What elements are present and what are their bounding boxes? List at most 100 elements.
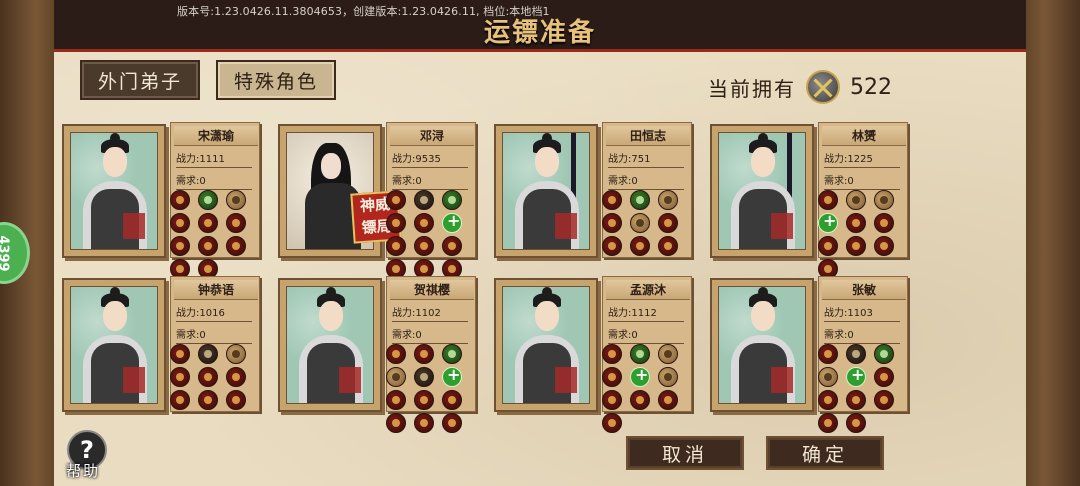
skill-icon[interactable] bbox=[658, 390, 678, 410]
skill-icon[interactable] bbox=[846, 390, 866, 410]
skill-icon[interactable] bbox=[846, 236, 866, 256]
character-power: 战力:1111 bbox=[176, 150, 252, 168]
skill-icon[interactable] bbox=[386, 213, 406, 233]
portrait-frame bbox=[710, 124, 814, 258]
character-card[interactable]: 林赟 战力:1225 需求:0 bbox=[710, 122, 908, 279]
skill-icon[interactable] bbox=[386, 236, 406, 256]
character-card[interactable]: 田恒志 战力:751 需求:0 bbox=[494, 122, 692, 262]
character-card[interactable]: 钟恭语 战力:1016 需求:0 bbox=[62, 276, 260, 416]
skill-icon[interactable] bbox=[602, 213, 622, 233]
skill-icon[interactable] bbox=[226, 213, 246, 233]
add-skill-icon[interactable] bbox=[846, 365, 866, 387]
skill-icon-grid bbox=[386, 344, 470, 433]
skill-icon[interactable] bbox=[414, 190, 434, 210]
add-skill-icon[interactable] bbox=[442, 365, 462, 387]
skill-icon[interactable] bbox=[818, 367, 838, 387]
skill-icon[interactable] bbox=[170, 190, 190, 210]
skill-icon-grid bbox=[170, 344, 254, 410]
skill-icon[interactable] bbox=[442, 390, 462, 410]
skill-icon[interactable] bbox=[658, 213, 678, 233]
skill-icon[interactable] bbox=[818, 413, 838, 433]
skill-icon[interactable] bbox=[414, 413, 434, 433]
skill-icon[interactable] bbox=[414, 213, 434, 233]
crossed-swords-icon bbox=[806, 70, 840, 104]
skill-icon[interactable] bbox=[414, 236, 434, 256]
skill-icon[interactable] bbox=[630, 213, 650, 233]
skill-icon[interactable] bbox=[414, 367, 434, 387]
skill-icon[interactable] bbox=[846, 413, 866, 433]
skill-icon[interactable] bbox=[170, 344, 190, 364]
skill-icon[interactable] bbox=[658, 236, 678, 256]
skill-icon[interactable] bbox=[630, 190, 650, 210]
add-skill-icon[interactable] bbox=[630, 365, 650, 387]
skill-icon[interactable] bbox=[386, 413, 406, 433]
skill-icon[interactable] bbox=[874, 367, 894, 387]
skill-icon[interactable] bbox=[846, 190, 866, 210]
skill-icon[interactable] bbox=[198, 344, 218, 364]
skill-icon[interactable] bbox=[630, 236, 650, 256]
skill-icon[interactable] bbox=[818, 344, 838, 364]
skill-icon[interactable] bbox=[874, 344, 894, 364]
confirm-button[interactable]: 确定 bbox=[766, 436, 884, 470]
skill-icon[interactable] bbox=[658, 344, 678, 364]
skill-icon[interactable] bbox=[874, 190, 894, 210]
skill-icon[interactable] bbox=[602, 390, 622, 410]
skill-icon[interactable] bbox=[442, 190, 462, 210]
skill-icon[interactable] bbox=[630, 390, 650, 410]
skill-icon[interactable] bbox=[442, 413, 462, 433]
character-card[interactable]: 贺祺樱 战力:1102 需求:0 bbox=[278, 276, 476, 433]
skill-icon[interactable] bbox=[658, 190, 678, 210]
skill-icon[interactable] bbox=[602, 190, 622, 210]
skill-icon[interactable] bbox=[442, 236, 462, 256]
skill-icon[interactable] bbox=[442, 344, 462, 364]
character-card[interactable]: 张敏 战力:1103 需求:0 bbox=[710, 276, 908, 433]
skill-icon[interactable] bbox=[170, 236, 190, 256]
skill-icon[interactable] bbox=[602, 236, 622, 256]
skill-icon[interactable] bbox=[414, 344, 434, 364]
character-card[interactable]: 邓浔 战力:9535 需求:0 神威镖局 bbox=[278, 122, 476, 279]
skill-icon[interactable] bbox=[414, 390, 434, 410]
skill-icon[interactable] bbox=[226, 236, 246, 256]
tab-outer-disciples[interactable]: 外门弟子 bbox=[80, 60, 200, 100]
skill-icon[interactable] bbox=[198, 236, 218, 256]
skill-icon[interactable] bbox=[874, 236, 894, 256]
skill-icon[interactable] bbox=[658, 367, 678, 387]
skill-icon[interactable] bbox=[818, 190, 838, 210]
skill-icon[interactable] bbox=[386, 190, 406, 210]
skill-icon[interactable] bbox=[602, 367, 622, 387]
skill-icon[interactable] bbox=[874, 213, 894, 233]
help-button[interactable]: ? 帮助 bbox=[64, 430, 112, 482]
skill-icon[interactable] bbox=[226, 344, 246, 364]
skill-icon[interactable] bbox=[602, 344, 622, 364]
skill-icon[interactable] bbox=[170, 367, 190, 387]
tab-special-characters[interactable]: 特殊角色 bbox=[216, 60, 336, 100]
skill-icon[interactable] bbox=[170, 390, 190, 410]
skill-icon[interactable] bbox=[630, 344, 650, 364]
character-name: 贺祺樱 bbox=[390, 280, 474, 300]
skill-icon[interactable] bbox=[198, 390, 218, 410]
skill-icon[interactable] bbox=[198, 213, 218, 233]
skill-icon[interactable] bbox=[198, 367, 218, 387]
skill-icon[interactable] bbox=[818, 236, 838, 256]
floating-badge[interactable]: 4399 bbox=[0, 222, 30, 284]
cancel-button[interactable]: 取消 bbox=[626, 436, 744, 470]
skill-icon[interactable] bbox=[602, 413, 622, 433]
skill-icon[interactable] bbox=[386, 367, 406, 387]
skill-icon[interactable] bbox=[818, 390, 838, 410]
skill-icon[interactable] bbox=[170, 213, 190, 233]
skill-icon[interactable] bbox=[226, 390, 246, 410]
skill-icon[interactable] bbox=[846, 344, 866, 364]
skill-icon[interactable] bbox=[386, 344, 406, 364]
skill-icon[interactable] bbox=[846, 213, 866, 233]
skill-icon[interactable] bbox=[226, 367, 246, 387]
skill-icon[interactable] bbox=[198, 190, 218, 210]
skill-icon[interactable] bbox=[386, 390, 406, 410]
portrait-frame bbox=[710, 278, 814, 412]
character-card[interactable]: 孟源沐 战力:1112 需求:0 bbox=[494, 276, 692, 433]
character-card[interactable]: 宋潇瑜 战力:1111 需求:0 bbox=[62, 122, 260, 279]
skill-icon[interactable] bbox=[874, 390, 894, 410]
left-frame: 4399 bbox=[0, 0, 60, 486]
add-skill-icon[interactable] bbox=[818, 211, 838, 233]
add-skill-icon[interactable] bbox=[442, 211, 462, 233]
skill-icon[interactable] bbox=[226, 190, 246, 210]
